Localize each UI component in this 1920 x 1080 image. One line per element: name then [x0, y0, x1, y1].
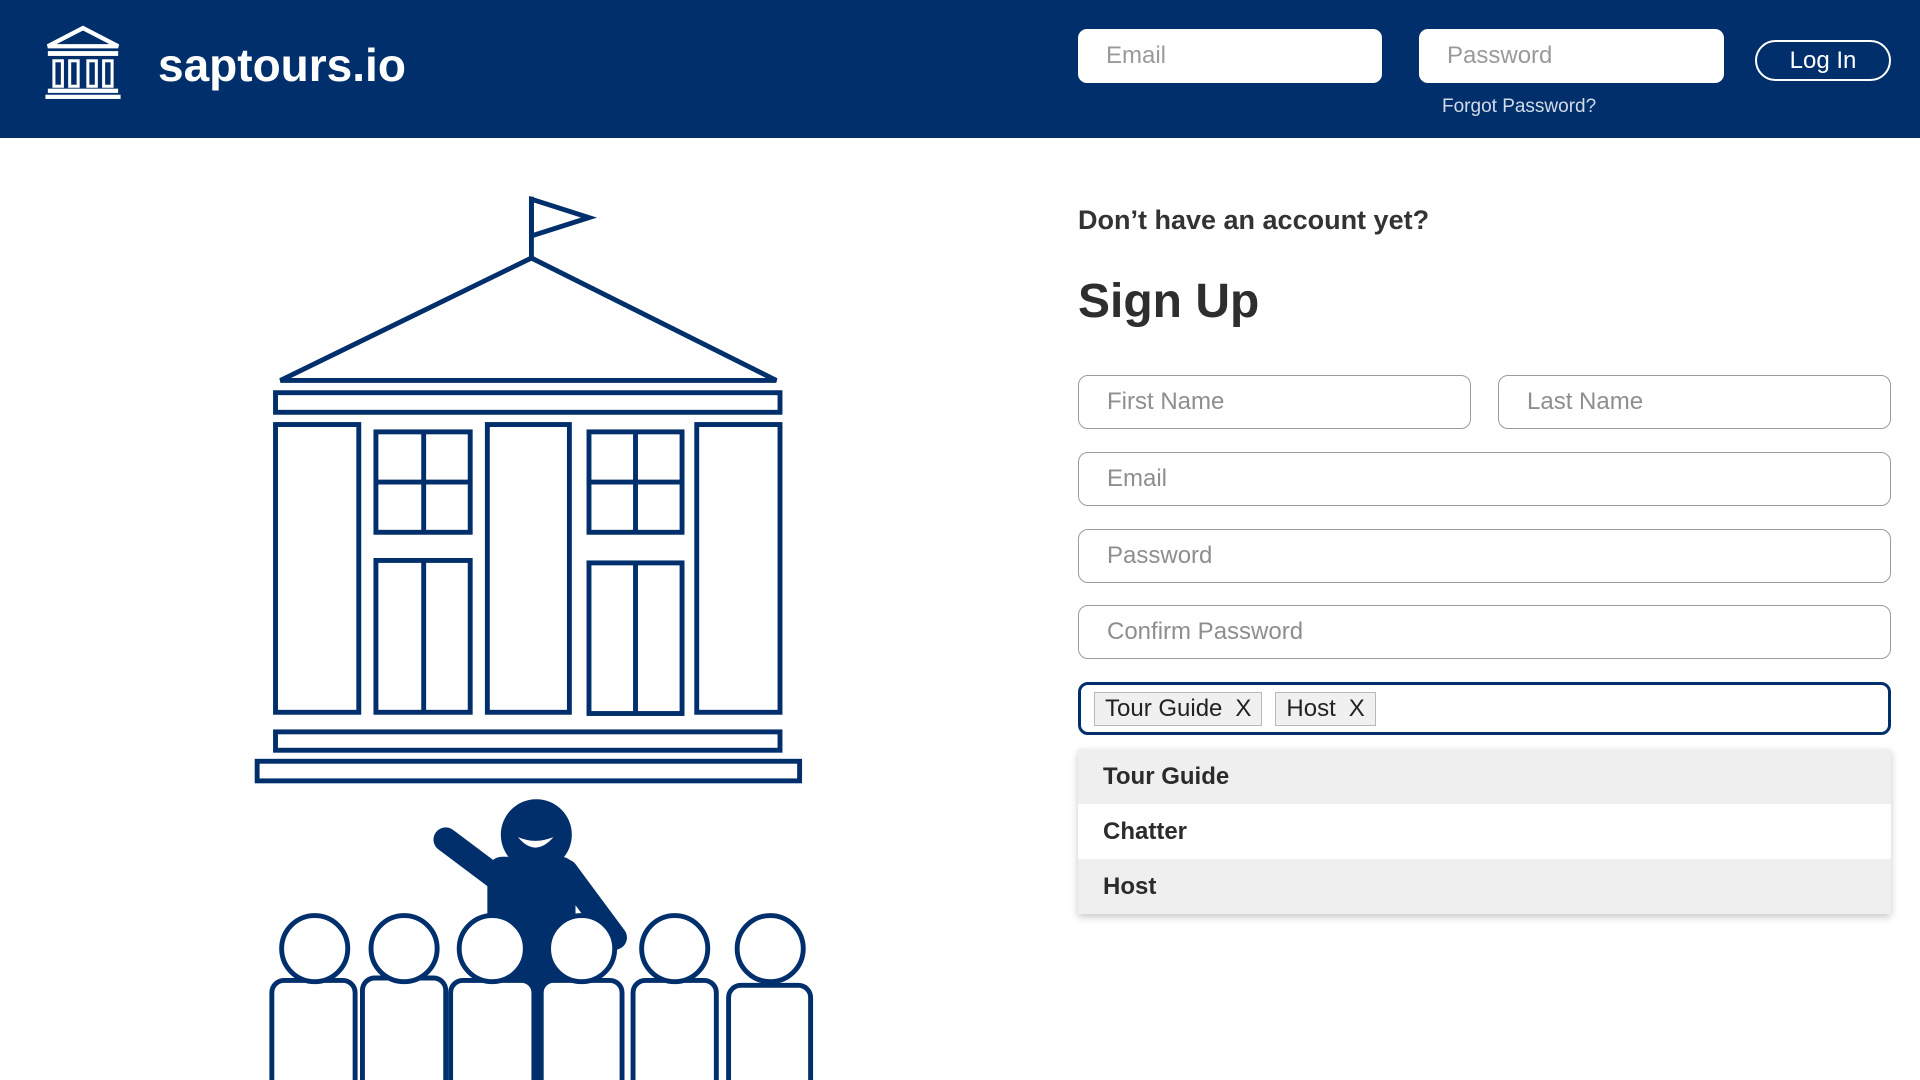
tourist-head	[368, 913, 440, 985]
role-tag: Host X	[1275, 691, 1376, 726]
signup-prompt: Don’t have an account yet?	[1078, 205, 1430, 235]
top-header: saptours.io Forgot Password? Log In	[0, 0, 1920, 138]
tourist-body	[360, 975, 449, 1080]
first-name-field[interactable]	[1078, 375, 1471, 429]
header-password-input[interactable]	[1419, 29, 1724, 83]
signup-title: Sign Up	[1078, 275, 1260, 328]
step-upper	[273, 729, 783, 753]
museum-tour-illustration	[254, 195, 814, 1080]
tourist-head	[639, 913, 711, 985]
role-option[interactable]: Chatter	[1078, 804, 1891, 859]
museum-icon	[45, 25, 121, 99]
tourist-head	[546, 913, 618, 985]
tourist-body	[538, 978, 625, 1080]
remove-tag-button[interactable]: X	[1349, 695, 1365, 723]
role-tag-label: Tour Guide	[1105, 694, 1223, 722]
roof	[279, 255, 778, 383]
header-email-input[interactable]	[1078, 29, 1382, 83]
tourist-body	[726, 982, 814, 1080]
museum-building-icon	[254, 195, 803, 784]
tourist-body	[269, 978, 358, 1080]
role-option[interactable]: Host	[1078, 859, 1891, 914]
step-lower	[254, 758, 803, 784]
login-button[interactable]: Log In	[1755, 40, 1891, 81]
remove-tag-button[interactable]: X	[1235, 695, 1251, 723]
column-right	[694, 422, 783, 715]
flag-icon	[528, 195, 598, 240]
tourist-head	[456, 913, 528, 985]
forgot-password-link[interactable]: Forgot Password?	[1442, 96, 1596, 118]
confirm-password-field[interactable]	[1078, 605, 1891, 659]
role-option[interactable]: Tour Guide	[1078, 749, 1891, 804]
app-name: saptours.io	[158, 39, 406, 91]
tourist-head	[734, 913, 806, 985]
last-name-field[interactable]	[1498, 375, 1891, 429]
entablature	[273, 390, 783, 415]
tourist-body	[630, 978, 719, 1080]
role-tag: Tour Guide X	[1094, 691, 1263, 726]
tourist-body	[448, 978, 537, 1080]
email-field[interactable]	[1078, 452, 1891, 506]
password-field[interactable]	[1078, 529, 1891, 583]
tourist-head	[279, 913, 351, 985]
role-multiselect[interactable]: Tour Guide X Host X	[1078, 682, 1891, 735]
column-center	[484, 422, 572, 715]
column-left	[273, 422, 362, 715]
role-dropdown-menu: Tour Guide Chatter Host	[1078, 749, 1891, 914]
signup-page: saptours.io Forgot Password? Log In	[0, 0, 1920, 1080]
role-tag-label: Host	[1286, 694, 1336, 722]
